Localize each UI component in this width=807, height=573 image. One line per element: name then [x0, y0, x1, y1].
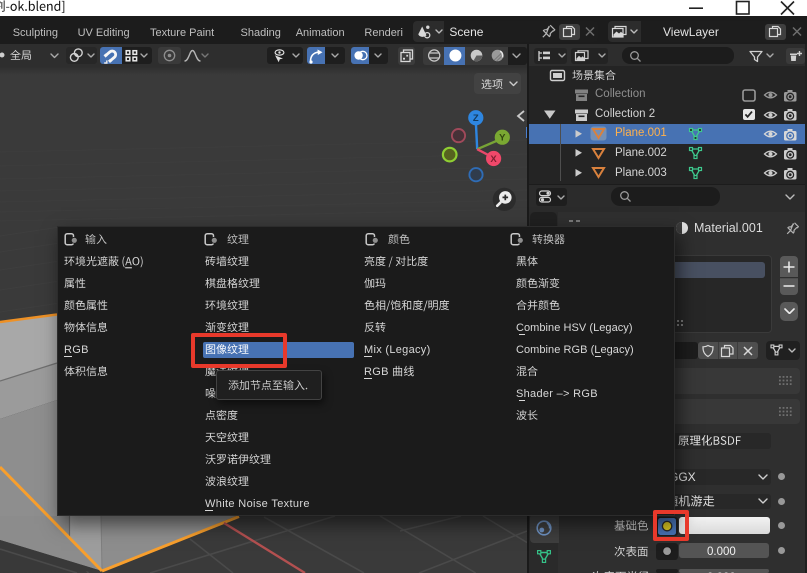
svg-text:Y: Y — [499, 133, 506, 144]
svg-text:X: X — [490, 154, 497, 165]
svg-text:Z: Z — [473, 113, 479, 124]
